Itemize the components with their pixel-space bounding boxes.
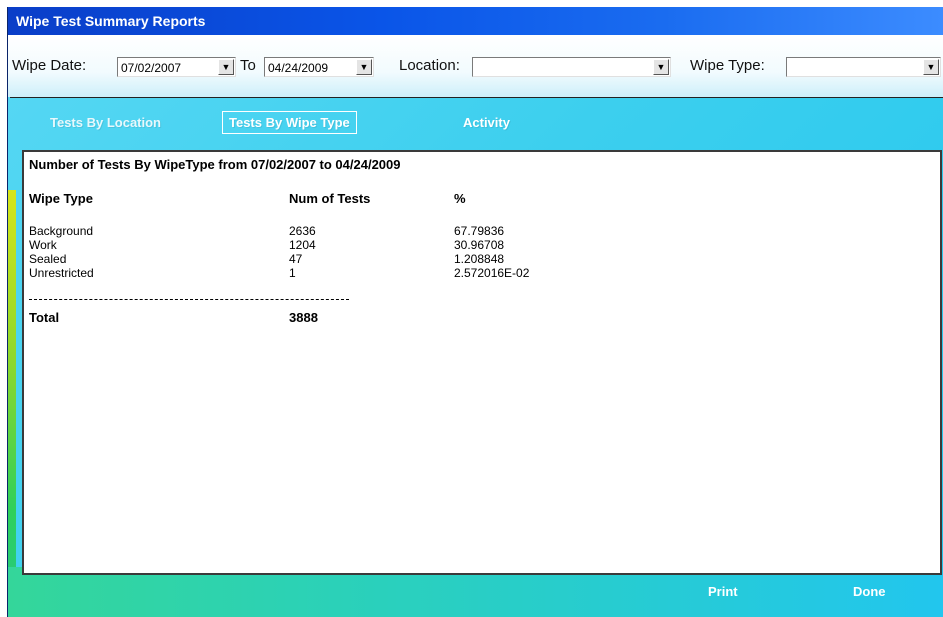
row-num-tests: 1 (289, 266, 296, 280)
row-percent: 67.79836 (454, 224, 505, 238)
date-to-select[interactable]: 04/24/2009 ▼ (264, 57, 374, 77)
wipe-type-select[interactable]: ▼ (786, 57, 941, 77)
date-from-select[interactable]: 07/02/2007 ▼ (117, 57, 236, 77)
tab-tests-by-location[interactable]: Tests By Location (50, 115, 161, 130)
decorative-gradient-bar (8, 190, 16, 617)
report-title: Number of Tests By WipeType from 07/02/2… (29, 157, 401, 172)
row-wipe-type: Unrestricted (29, 266, 94, 280)
chevron-down-icon[interactable]: ▼ (218, 59, 234, 75)
column-header-num-tests: Num of Tests (289, 191, 371, 206)
report-panel: Number of Tests By WipeType from 07/02/2… (22, 150, 942, 575)
done-button[interactable]: Done (853, 584, 886, 599)
row-num-tests: 1204 (289, 238, 316, 252)
row-wipe-type: Work (29, 238, 57, 252)
chevron-down-icon[interactable]: ▼ (923, 59, 939, 75)
filter-bar: Wipe Date: 07/02/2007 ▼ To 04/24/2009 ▼ … (8, 35, 943, 97)
total-label: Total (29, 310, 60, 325)
column-header-wipe-type: Wipe Type (29, 191, 93, 206)
column-header-percent: % (454, 191, 466, 206)
row-num-tests: 47 (289, 252, 303, 266)
row-percent: 30.96708 (454, 238, 505, 252)
row-wipe-type: Background (29, 224, 94, 238)
to-label: To (240, 57, 256, 74)
print-button[interactable]: Print (708, 584, 738, 599)
row-percent: 1.208848 (454, 252, 505, 266)
row-num-tests: 2636 (289, 224, 316, 238)
chevron-down-icon[interactable]: ▼ (356, 59, 372, 75)
wipe-date-label: Wipe Date: (12, 57, 87, 74)
report-window: Wipe Test Summary Reports Wipe Date: 07/… (7, 7, 943, 617)
date-from-value: 07/02/2007 (121, 61, 182, 75)
window-title: Wipe Test Summary Reports (8, 7, 943, 35)
separator-line (10, 97, 943, 98)
date-to-value: 04/24/2009 (268, 61, 329, 75)
location-select[interactable]: ▼ (472, 57, 671, 77)
wipe-type-label: Wipe Type: (690, 57, 765, 74)
location-label: Location: (399, 57, 460, 74)
total-value: 3888 (289, 310, 318, 325)
tab-tests-by-wipe-type[interactable]: Tests By Wipe Type (222, 111, 357, 134)
row-percent: 2.572016E-02 (454, 266, 530, 280)
total-divider (29, 299, 349, 300)
row-wipe-type: Sealed (29, 252, 67, 266)
chevron-down-icon[interactable]: ▼ (653, 59, 669, 75)
tab-activity[interactable]: Activity (463, 115, 510, 130)
